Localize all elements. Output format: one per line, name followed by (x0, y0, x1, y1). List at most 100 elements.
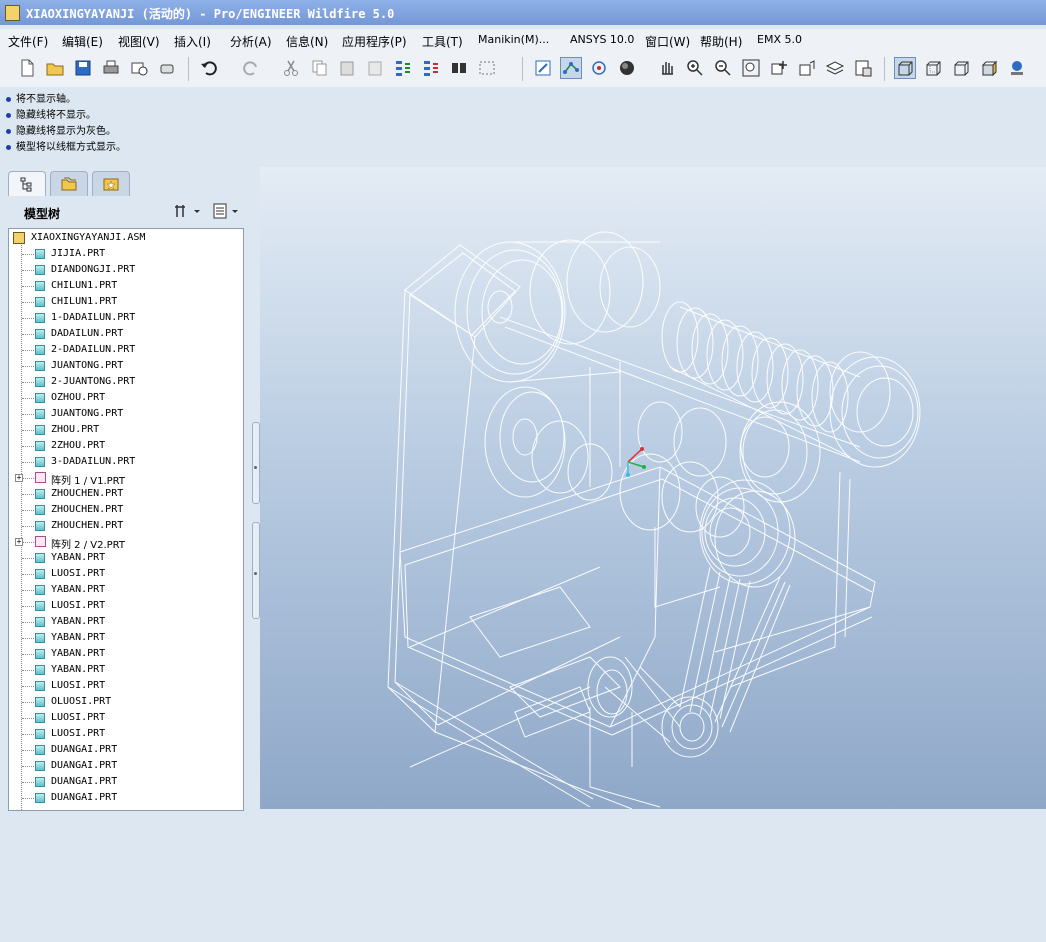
message-line: 模型将以线框方式显示。 (6, 138, 126, 153)
tree-item[interactable]: DUANGAI.PRT (9, 758, 243, 774)
tree-item[interactable]: ZHOU.PRT (9, 422, 243, 438)
show-icon[interactable] (212, 203, 242, 222)
menu-ansys[interactable]: ANSYS 10.0 (570, 33, 634, 46)
enhanced-realism-icon[interactable] (1006, 57, 1028, 79)
refit-icon[interactable] (532, 57, 554, 79)
zoom-in-icon[interactable] (684, 57, 706, 79)
new-file-icon[interactable] (16, 57, 38, 79)
find-icon[interactable] (448, 57, 470, 79)
paste-icon[interactable] (336, 57, 358, 79)
tree-item-label: YABAN.PRT (51, 632, 106, 643)
tree-item[interactable]: LUOSI.PRT (9, 566, 243, 582)
saved-views-icon[interactable] (796, 57, 818, 79)
view-manager-icon[interactable] (852, 57, 874, 79)
tree-item[interactable]: DUANGAI.PRT (9, 774, 243, 790)
menu-insert[interactable]: 插入(I) (174, 33, 211, 50)
tree-item[interactable]: YABAN.PRT (9, 582, 243, 598)
orient-icon[interactable] (768, 57, 790, 79)
layers-icon[interactable] (824, 57, 846, 79)
graphics-window[interactable] (260, 167, 1046, 809)
tree-item[interactable]: + 阵列 1 / V1.PRT (9, 470, 243, 487)
menu-manikin[interactable]: Manikin(M)... (478, 33, 549, 46)
menu-tools[interactable]: 工具(T) (422, 33, 463, 50)
tree-item[interactable]: DIANDONGJI.PRT (9, 262, 243, 278)
tree-item[interactable]: LUOSI.PRT (9, 678, 243, 694)
wireframe-model (387, 231, 921, 809)
menu-applications[interactable]: 应用程序(P) (342, 33, 407, 50)
mail-attach-icon[interactable] (156, 57, 178, 79)
tree-item[interactable]: OLUOSI.PRT (9, 694, 243, 710)
datum-display-icon[interactable] (560, 57, 582, 79)
tree-item[interactable]: ZHOUCHEN.PRT (9, 518, 243, 534)
tree-item[interactable]: DUANGAI.PRT (9, 742, 243, 758)
tree-item[interactable]: JUANTONG.PRT (9, 406, 243, 422)
tree-item[interactable]: 1-DADAILUN.PRT (9, 310, 243, 326)
tree-item[interactable]: 2-DADAILUN.PRT (9, 342, 243, 358)
menu-view[interactable]: 视图(V) (118, 33, 160, 50)
tree-item[interactable]: YABAN.PRT (9, 662, 243, 678)
tree-item[interactable]: ZHOUCHEN.PRT (9, 486, 243, 502)
shaded-icon[interactable] (978, 57, 1000, 79)
tree-item-label: DUANGAI.PRT (51, 776, 118, 787)
hidden-line-icon[interactable] (922, 57, 944, 79)
save-icon[interactable] (72, 57, 94, 79)
tree-item[interactable]: ZHOUCHEN.PRT (9, 502, 243, 518)
tree-item[interactable]: YABAN.PRT (9, 614, 243, 630)
tree-item[interactable]: LUOSI.PRT (9, 598, 243, 614)
tree-connector (22, 478, 34, 479)
undo-icon[interactable] (198, 57, 220, 79)
tab-model-tree[interactable] (8, 171, 46, 196)
regenerate-manager-icon[interactable] (420, 57, 442, 79)
regenerate-icon[interactable] (392, 57, 414, 79)
tree-item[interactable]: OZHOU.PRT (9, 390, 243, 406)
tab-folder-browser[interactable] (50, 171, 88, 196)
tree-item[interactable]: DADAILUN.PRT (9, 326, 243, 342)
tree-item[interactable]: 3-DADAILUN.PRT (9, 454, 243, 470)
tree-item[interactable]: YABAN.PRT (9, 646, 243, 662)
menu-file[interactable]: 文件(F) (8, 33, 48, 50)
tree-connector (22, 750, 34, 751)
tree-item[interactable]: LUOSI.PRT (9, 726, 243, 742)
send-mail-icon[interactable] (128, 57, 150, 79)
tree-item[interactable]: 2ZHOU.PRT (9, 438, 243, 454)
tree-icon (20, 177, 32, 192)
menu-help[interactable]: 帮助(H) (700, 33, 742, 50)
tree-root[interactable]: XIAOXINGYAYANJI.ASM (9, 230, 243, 246)
tree-item[interactable]: YABAN.PRT (9, 550, 243, 566)
tree-item[interactable]: CHILUN1.PRT (9, 294, 243, 310)
panel-sash[interactable] (252, 422, 260, 942)
tree-item[interactable]: LUOSI.PRT (9, 710, 243, 726)
no-hidden-icon[interactable] (950, 57, 972, 79)
tree-item[interactable]: JUANTONG.PRT (9, 358, 243, 374)
wireframe-icon[interactable] (894, 57, 916, 79)
select-box-icon[interactable] (476, 57, 498, 79)
tree-item[interactable]: 2-JUANTONG.PRT (9, 374, 243, 390)
spin-center-icon[interactable] (588, 57, 610, 79)
tree-item[interactable]: DUANGAI.PRT (9, 790, 243, 806)
menu-edit[interactable]: 编辑(E) (62, 33, 103, 50)
tree-connector (22, 782, 34, 783)
menu-info[interactable]: 信息(N) (286, 33, 328, 50)
pan-icon[interactable] (656, 57, 678, 79)
tab-favorites[interactable] (92, 171, 130, 196)
tree-item[interactable]: + 阵列 2 / V2.PRT (9, 534, 243, 551)
zoom-out-icon[interactable] (712, 57, 734, 79)
expand-icon[interactable]: + (15, 474, 23, 482)
redo-icon[interactable] (240, 57, 262, 79)
open-icon[interactable] (44, 57, 66, 79)
menu-window[interactable]: 窗口(W) (645, 33, 690, 50)
paste-special-icon[interactable] (364, 57, 386, 79)
tree-item[interactable]: YABAN.PRT (9, 630, 243, 646)
zoom-window-icon[interactable] (740, 57, 762, 79)
tree-item[interactable]: CHILUN1.PRT (9, 278, 243, 294)
menu-emx[interactable]: EMX 5.0 (757, 33, 802, 46)
settings-icon[interactable] (172, 203, 202, 222)
cut-icon[interactable] (280, 57, 302, 79)
expand-icon[interactable]: + (15, 538, 23, 546)
menu-analysis[interactable]: 分析(A) (230, 33, 272, 50)
shading-icon[interactable] (616, 57, 638, 79)
copy-icon[interactable] (308, 57, 330, 79)
menu-bar: 文件(F) 编辑(E) 视图(V) 插入(I) 分析(A) 信息(N) 应用程序… (0, 29, 1046, 51)
print-icon[interactable] (100, 57, 122, 79)
tree-item[interactable]: JIJIA.PRT (9, 246, 243, 262)
